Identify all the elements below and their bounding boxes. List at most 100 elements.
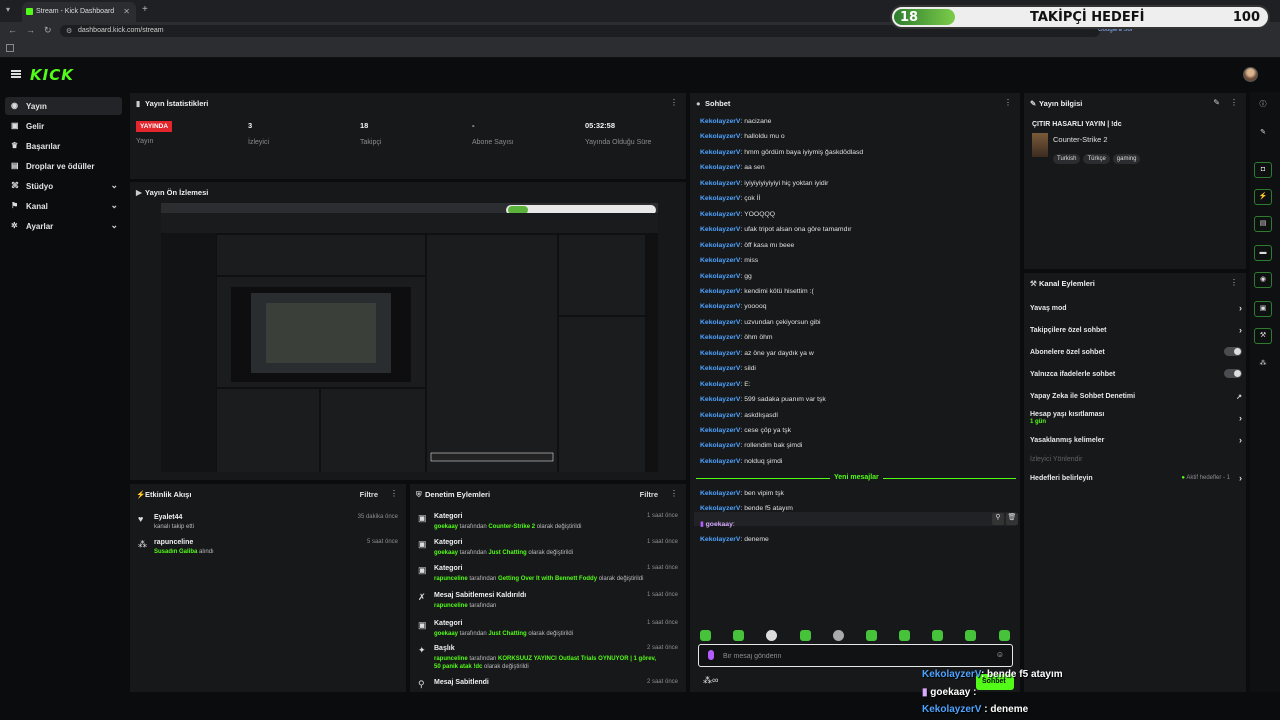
kick-logo[interactable]: KICK (30, 66, 74, 84)
kebab-menu-icon[interactable]: ⋮ (1004, 98, 1012, 107)
chat-username[interactable]: KekolayzerV (700, 242, 740, 249)
emote-icon[interactable] (766, 630, 777, 641)
subscribers-only-toggle[interactable] (1224, 347, 1242, 356)
emote-icon[interactable] (700, 630, 711, 641)
back-icon[interactable]: ← (8, 25, 17, 35)
chat-username[interactable]: KekolayzerV (700, 288, 740, 295)
category-name[interactable]: Counter-Strike 2 (1053, 135, 1108, 144)
pencil-icon[interactable]: ✎ (1254, 126, 1272, 142)
filter-button[interactable]: Filtre (360, 490, 378, 499)
chat-text: : cese çöp ya tşk (740, 427, 792, 434)
chat-username[interactable]: KekolayzerV (700, 396, 740, 403)
chat-username[interactable]: KekolayzerV (700, 536, 740, 543)
chat-username[interactable]: KekolayzerV (700, 334, 740, 341)
site-info-icon[interactable]: ⚙ (66, 27, 72, 35)
info-icon[interactable]: ⓘ (1254, 98, 1272, 114)
chat-username[interactable]: goekaay (706, 521, 733, 528)
chat-username[interactable]: KekolayzerV (700, 365, 740, 372)
emote-icon[interactable] (833, 630, 844, 641)
emote-icon[interactable] (965, 630, 976, 641)
followers-only-row[interactable]: Takipçilere özel sohbet › (1030, 325, 1242, 341)
ai-moderation-row[interactable]: Yapay Zeka ile Sohbet Denetimi ↗ (1030, 393, 1242, 407)
screen-icon[interactable]: ▣ (1254, 301, 1272, 317)
emote-icon[interactable] (733, 630, 744, 641)
emote-icon[interactable] (800, 630, 811, 641)
chat-input[interactable] (723, 650, 983, 662)
menu-icon[interactable] (11, 70, 21, 78)
camera-icon[interactable]: ◘ (1254, 162, 1272, 178)
sidebar-item-basarilar[interactable]: ♛ Başarılar (5, 137, 122, 155)
lightning-icon[interactable]: ⚡ (1254, 189, 1272, 205)
message-icon[interactable]: ▬ (1254, 245, 1272, 261)
banned-words-row[interactable]: Yasaklanmış kelimeler › (1030, 435, 1242, 451)
sidebar-item-droplar[interactable]: ▤ Droplar ve ödüller (5, 157, 122, 175)
forward-icon[interactable]: → (26, 25, 35, 35)
new-tab-button[interactable]: + (142, 4, 148, 15)
emoji-icon[interactable]: ☺ (996, 650, 1004, 659)
document-icon[interactable]: ▤ (1254, 216, 1272, 232)
emote-icon[interactable] (866, 630, 877, 641)
channel-points[interactable]: ⁂∞ (703, 675, 718, 686)
delete-icon[interactable]: 🗑 (1006, 513, 1018, 525)
tag: gaming (1112, 154, 1141, 164)
account-age-row[interactable]: Hesap yaşı kısıtlaması 1 gün › (1030, 411, 1242, 425)
emotes-only-toggle[interactable] (1224, 369, 1242, 378)
chat-username[interactable]: KekolayzerV (700, 164, 740, 171)
kebab-menu-icon[interactable]: ⋮ (670, 98, 678, 107)
activity-user[interactable]: rapunceline (154, 539, 193, 546)
kebab-menu-icon[interactable]: ⋮ (1230, 98, 1238, 107)
emote-icon[interactable] (932, 630, 943, 641)
sidebar-item-gelir[interactable]: ▣ Gelir (5, 117, 122, 135)
edit-icon[interactable]: ✎ (1213, 98, 1220, 107)
chat-message: KekolayzerV: kendimi kötü hisettim :( (700, 288, 814, 295)
apps-icon[interactable] (6, 44, 14, 52)
tab-search-icon[interactable]: ▾ (6, 5, 10, 14)
chat-username[interactable]: KekolayzerV (700, 303, 740, 310)
chat-message: KekolayzerV: nolduq şimdi (700, 458, 782, 465)
chat-username[interactable]: KekolayzerV (700, 211, 740, 218)
filter-button[interactable]: Filtre (640, 490, 658, 499)
goals-row[interactable]: Hedefleri belirleyin ● Aktif hedefler - 1… (1030, 473, 1242, 489)
chat-username[interactable]: KekolayzerV (700, 505, 740, 512)
emote-icon[interactable] (899, 630, 910, 641)
sidebar-item-yayin[interactable]: ◉ Yayın (5, 97, 122, 115)
chat-username[interactable]: KekolayzerV (700, 133, 740, 140)
tab-close-icon[interactable]: ✕ (123, 7, 130, 16)
chat-username[interactable]: KekolayzerV (700, 381, 740, 388)
chat-username[interactable]: KekolayzerV (700, 195, 740, 202)
chat-username[interactable]: KekolayzerV (700, 490, 740, 497)
pin-icon[interactable]: ⚲ (992, 513, 1004, 525)
chat-username[interactable]: KekolayzerV (700, 427, 740, 434)
kebab-menu-icon[interactable]: ⋮ (1230, 278, 1238, 287)
chat-username[interactable]: KekolayzerV (700, 319, 740, 326)
activity-user[interactable]: Eyalet44 (154, 514, 182, 521)
slow-mode-row[interactable]: Yavaş mod › (1030, 303, 1242, 319)
chat-username[interactable]: KekolayzerV (700, 412, 740, 419)
chat-username[interactable]: KekolayzerV (700, 226, 740, 233)
chat-username[interactable]: KekolayzerV (700, 273, 740, 280)
reload-icon[interactable]: ↻ (44, 25, 52, 36)
wrench-icon[interactable]: ⚒ (1254, 328, 1272, 344)
avatar[interactable] (1243, 67, 1258, 82)
chat-username[interactable]: KekolayzerV (700, 350, 740, 357)
kebab-menu-icon[interactable]: ⋮ (670, 489, 678, 498)
sidebar-item-kanal[interactable]: ⚑ Kanal ⌄ (5, 197, 122, 215)
chat-username[interactable]: KekolayzerV (700, 442, 740, 449)
sidebar-item-ayarlar[interactable]: ✲ Ayarlar ⌄ (5, 217, 122, 235)
chat-icon: ● (696, 99, 701, 108)
badge-icon (708, 650, 714, 660)
chat-username[interactable]: KekolayzerV (700, 257, 740, 264)
chat-username[interactable]: KekolayzerV (700, 118, 740, 125)
row-label: Yasaklanmış kelimeler (1030, 437, 1105, 444)
chat-username[interactable]: KekolayzerV (700, 458, 740, 465)
broadcast-icon[interactable]: ◉ (1254, 272, 1272, 288)
points-icon[interactable]: ⁂ (1254, 357, 1272, 373)
sidebar-item-studyo[interactable]: ⌘ Stüdyo ⌄ (5, 177, 122, 195)
emote-icon[interactable] (999, 630, 1010, 641)
chat-username[interactable]: KekolayzerV (700, 149, 740, 156)
browser-tab[interactable]: Stream - Kick Dashboard ✕ (22, 2, 136, 22)
stream-preview-video[interactable] (161, 203, 658, 472)
kebab-menu-icon[interactable]: ⋮ (390, 489, 398, 498)
chat-username[interactable]: KekolayzerV (700, 180, 740, 187)
mod-action-desc: rapunceline tarafından KORKSUUZ YAYINCI … (434, 656, 657, 670)
